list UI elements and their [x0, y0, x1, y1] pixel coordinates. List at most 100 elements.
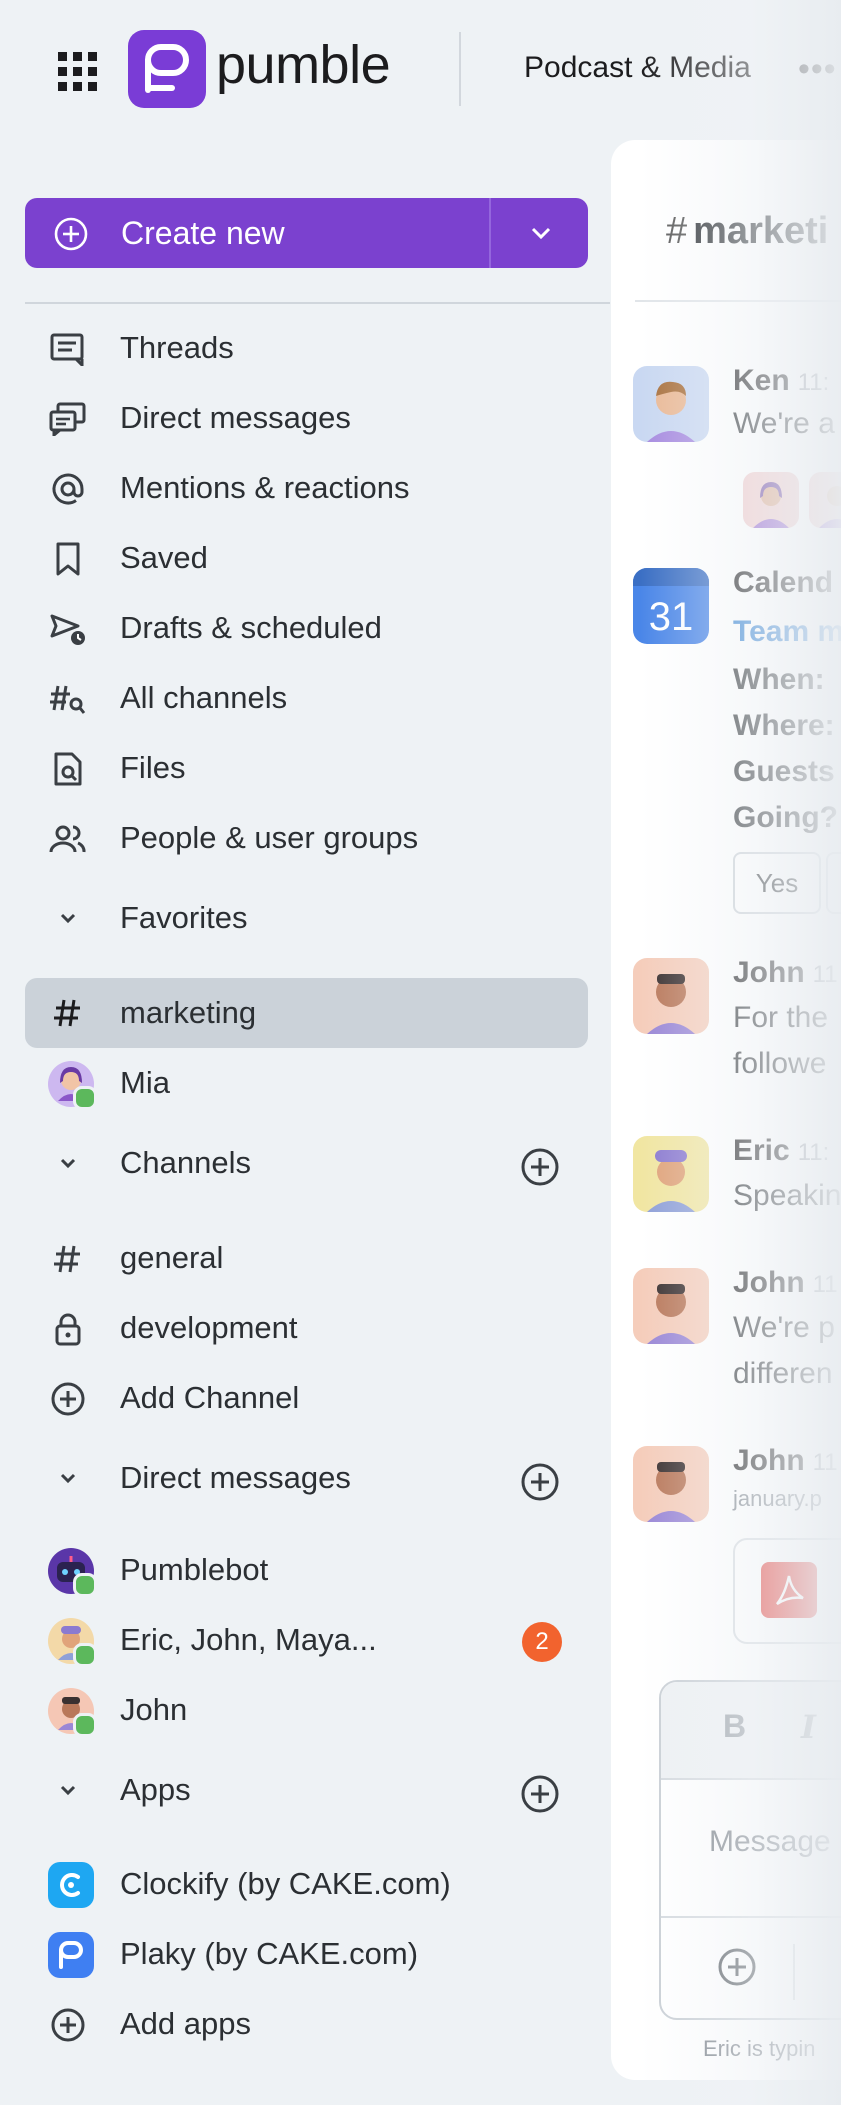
sidebar-item-label: Files — [120, 750, 186, 785]
sidebar-item-group-dm[interactable]: Eric, John, Maya... 2 — [0, 1612, 610, 1668]
message-time: 11: — [797, 1139, 830, 1166]
rsvp-no-button[interactable] — [826, 852, 841, 914]
sidebar-item-label: Direct messages — [120, 400, 351, 435]
sidebar-item-threads[interactable]: Threads — [0, 320, 610, 376]
workspace-name[interactable]: Podcast & Media — [524, 48, 751, 88]
italic-icon[interactable]: I — [801, 1708, 816, 1746]
sidebar-item-direct-messages[interactable]: Direct messages — [0, 390, 610, 446]
event-guests: Guests — [733, 755, 835, 788]
sidebar-item-mentions[interactable]: Mentions & reactions — [0, 460, 610, 516]
event-when: When: — [733, 663, 825, 696]
calendar-day: 31 — [649, 595, 694, 639]
message-author[interactable]: John 11 — [733, 954, 838, 994]
message-author[interactable]: Eric 11: — [733, 1132, 829, 1172]
brand-name: pumble — [216, 35, 391, 95]
file-attachment[interactable] — [733, 1538, 841, 1644]
event-link[interactable]: Team m — [733, 610, 841, 654]
section-channels[interactable]: Channels — [0, 1135, 610, 1191]
at-icon — [52, 473, 84, 505]
file-name[interactable]: january.p — [733, 1484, 822, 1514]
sidebar-item-label: People & user groups — [120, 820, 419, 855]
sidebar-item-clockify[interactable]: Clockify (by CAKE.com) — [0, 1856, 610, 1912]
message-time: 11 — [812, 961, 838, 988]
section-label: Apps — [120, 1772, 191, 1807]
create-new-divider — [489, 198, 491, 268]
sidebar-item-pumblebot[interactable]: Pumblebot — [0, 1542, 610, 1598]
sidebar-item-marketing[interactable]: marketing — [25, 978, 588, 1048]
chevron-down-icon — [60, 1473, 76, 1484]
reaction-avatar[interactable] — [743, 472, 799, 528]
plaky-icon — [48, 1932, 94, 1978]
sidebar-item-label: Saved — [120, 540, 208, 575]
clockify-icon — [48, 1862, 94, 1908]
avatar[interactable] — [633, 366, 709, 442]
channel-title[interactable]: # marketi — [666, 206, 828, 256]
message-text: followe — [733, 1047, 827, 1080]
sidebar-item-label: Clockify (by CAKE.com) — [120, 1866, 451, 1901]
avatar[interactable] — [633, 1446, 709, 1522]
calendar-app-icon[interactable]: 31 — [633, 568, 709, 644]
add-apps-button[interactable]: Add apps — [0, 1996, 610, 2052]
channel-search-icon — [50, 685, 86, 714]
bold-icon[interactable]: B — [723, 1708, 746, 1745]
section-direct-messages[interactable]: Direct messages — [0, 1450, 610, 1506]
avatar[interactable] — [633, 958, 709, 1034]
message-input[interactable]: Message — [709, 1822, 831, 1862]
avatar[interactable] — [633, 1136, 709, 1212]
threads-icon — [50, 333, 84, 366]
sidebar-item-all-channels[interactable]: All channels — [0, 670, 610, 726]
add-channel-icon[interactable] — [520, 1147, 560, 1187]
chevron-down-icon — [60, 1785, 76, 1796]
add-attachment-icon[interactable] — [717, 1947, 757, 1987]
message-text: differen — [733, 1357, 833, 1390]
sidebar-item-files[interactable]: Files — [0, 740, 610, 796]
section-label: Channels — [120, 1145, 251, 1180]
chevron-down-icon[interactable] — [528, 220, 554, 246]
pdf-icon — [761, 1562, 817, 1618]
avatar — [48, 1688, 97, 1737]
sidebar-item-development[interactable]: development — [0, 1300, 610, 1356]
sidebar-item-john[interactable]: John — [0, 1682, 610, 1738]
sidebar-item-label: Eric, John, Maya... — [120, 1622, 377, 1657]
sidebar-item-label: Pumblebot — [120, 1552, 269, 1587]
message-author[interactable]: John 11 — [733, 1264, 838, 1304]
sidebar-item-label: Plaky (by CAKE.com) — [120, 1936, 419, 1971]
add-dm-icon[interactable] — [520, 1462, 560, 1502]
sidebar-item-label: Drafts & scheduled — [120, 610, 382, 645]
file-search-icon — [54, 752, 82, 786]
message-author[interactable]: John 11 — [733, 1442, 838, 1482]
message-time: 11 — [812, 1271, 838, 1298]
message-text: Speakin — [733, 1179, 841, 1212]
sidebar-item-drafts[interactable]: Drafts & scheduled — [0, 600, 610, 656]
message-composer: B I Message — [659, 1680, 841, 2020]
online-status-dot — [73, 1573, 97, 1597]
message-author[interactable]: Calend — [733, 564, 833, 602]
workspace-more-icon[interactable]: ••• — [798, 52, 837, 86]
avatar[interactable] — [633, 1268, 709, 1344]
add-app-icon[interactable] — [520, 1774, 560, 1814]
apps-grid-icon[interactable] — [58, 52, 98, 92]
sidebar-item-saved[interactable]: Saved — [0, 530, 610, 586]
section-favorites[interactable]: Favorites — [0, 890, 610, 946]
add-circle-icon — [51, 2008, 85, 2042]
section-apps[interactable]: Apps — [0, 1762, 610, 1818]
sidebar-item-label: John — [120, 1692, 188, 1727]
sidebar-item-label: Threads — [120, 330, 234, 365]
add-circle-icon — [51, 1382, 85, 1416]
message-time: 11: — [797, 369, 830, 396]
sidebar-item-general[interactable]: general — [0, 1230, 610, 1286]
create-new-button[interactable]: Create new — [25, 198, 588, 268]
sidebar-item-plaky[interactable]: Plaky (by CAKE.com) — [0, 1926, 610, 1982]
hash-icon — [54, 999, 80, 1027]
chevron-down-icon — [60, 1158, 76, 1169]
sidebar-item-people[interactable]: People & user groups — [0, 810, 610, 866]
rsvp-yes-button[interactable]: Yes — [733, 852, 821, 914]
online-status-dot — [73, 1086, 97, 1110]
composer-divider — [661, 1916, 841, 1918]
message-author[interactable]: Ken 11: — [733, 362, 829, 402]
section-label: Direct messages — [120, 1460, 351, 1495]
sidebar-item-mia[interactable]: Mia — [0, 1055, 610, 1111]
add-channel-button[interactable]: Add Channel — [0, 1370, 610, 1426]
reaction-avatar[interactable] — [809, 472, 841, 528]
message-text: We're a — [733, 407, 835, 440]
